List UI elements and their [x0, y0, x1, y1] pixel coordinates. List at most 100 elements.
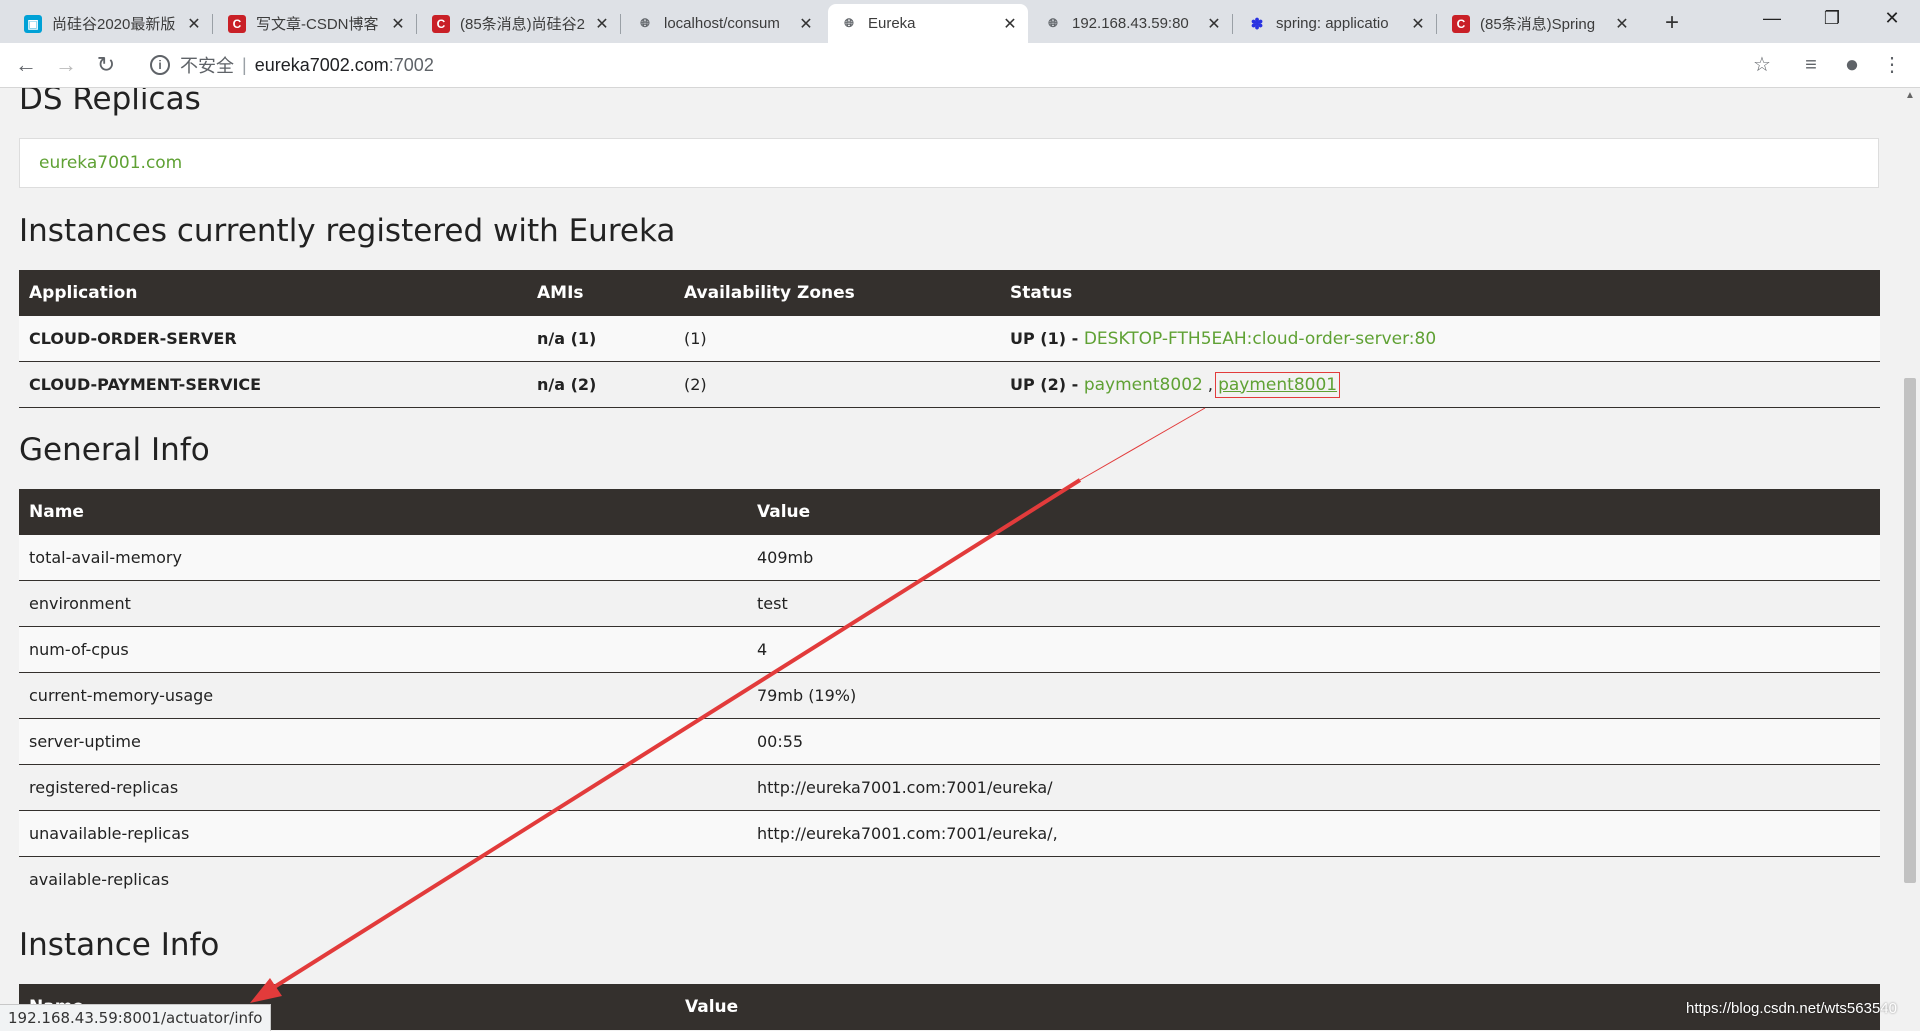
instance-link-payment8002[interactable]: payment8002	[1084, 375, 1203, 395]
column-header: AMIs	[527, 270, 674, 316]
instance-link-payment8001[interactable]: payment8001	[1215, 371, 1341, 398]
minimize-icon[interactable]: —	[1742, 0, 1802, 36]
application-name: CLOUD-ORDER-SERVER	[19, 316, 527, 362]
instances-heading: Instances currently registered with Eure…	[19, 213, 676, 249]
close-icon[interactable]: ✕	[1002, 14, 1018, 34]
page-scrollbar[interactable]: ▲	[1900, 88, 1920, 1030]
tab-strip: ▣ 尚硅谷2020最新版 ✕ C 写文章-CSDN博客 ✕ C (85条消息)尚…	[0, 0, 1920, 43]
tab-2[interactable]: C 写文章-CSDN博客 ✕	[216, 4, 416, 43]
csdn-icon: C	[1452, 14, 1470, 33]
info-value	[747, 856, 1880, 902]
divider: |	[242, 54, 247, 75]
table-header-row: Application AMIs Availability Zones Stat…	[19, 270, 1880, 316]
table-header-row: Name Value	[19, 984, 1880, 1030]
back-arrow-icon[interactable]: ←	[10, 49, 42, 81]
browser-toolbar: ← → ↻ i 不安全 | eureka7002.com:7002 ☆ ≡ ● …	[0, 43, 1920, 88]
column-header: Application	[19, 270, 527, 316]
general-info-heading: General Info	[19, 432, 210, 468]
baidu-paw-icon: ✽	[1250, 15, 1264, 33]
address-bar[interactable]: i 不安全 | eureka7002.com:7002	[138, 48, 1778, 82]
table-row: server-uptime 00:55	[19, 718, 1880, 765]
tab-separator	[1232, 14, 1233, 34]
info-value: http://eureka7001.com:7001/eureka/,	[747, 810, 1880, 857]
new-tab-icon[interactable]: +	[1655, 6, 1689, 40]
csdn-icon: C	[228, 14, 246, 33]
column-header: Status	[1000, 270, 1880, 316]
tab-7[interactable]: ✽ spring: applicatio ✕	[1236, 4, 1436, 43]
tab-title: (85条消息)尚硅谷2	[460, 16, 586, 33]
scroll-up-icon[interactable]: ▲	[1900, 88, 1920, 104]
tab-1[interactable]: ▣ 尚硅谷2020最新版 ✕	[12, 4, 212, 43]
table-row: current-memory-usage 79mb (19%)	[19, 672, 1880, 719]
info-name: current-memory-usage	[19, 672, 747, 719]
info-name: available-replicas	[19, 856, 747, 902]
replica-link[interactable]: eureka7001.com	[39, 153, 182, 173]
close-icon[interactable]: ✕	[1614, 14, 1630, 34]
window-close-icon[interactable]: ✕	[1862, 0, 1920, 36]
ds-replicas-list: eureka7001.com	[19, 138, 1879, 188]
tab-title: localhost/consum	[664, 15, 780, 32]
bilibili-icon: ▣	[24, 14, 42, 33]
globe-icon: 🌐︎	[844, 16, 854, 30]
eureka-page: DS Replicas eureka7001.com Instances cur…	[0, 88, 1900, 1030]
info-icon[interactable]: i	[150, 55, 170, 75]
info-value: 409mb	[747, 535, 1880, 581]
table-row: available-replicas	[19, 856, 1880, 902]
table-row: num-of-cpus 4	[19, 626, 1880, 673]
status-cell: UP (1) - DESKTOP-FTH5EAH:cloud-order-ser…	[1000, 316, 1880, 362]
status-text: UP (2) -	[1010, 374, 1084, 394]
close-icon[interactable]: ✕	[1410, 14, 1426, 34]
column-header: Name	[19, 489, 747, 535]
restore-icon[interactable]: ❐	[1802, 0, 1862, 36]
info-name: num-of-cpus	[19, 626, 747, 673]
close-icon[interactable]: ✕	[594, 14, 610, 34]
table-row: CLOUD-ORDER-SERVER n/a (1) (1) UP (1) - …	[19, 316, 1880, 362]
link-separator: ,	[1202, 374, 1219, 394]
info-value: test	[747, 580, 1880, 627]
tab-title: (85条消息)Spring	[1480, 16, 1596, 33]
close-icon[interactable]: ✕	[390, 14, 406, 34]
tab-3[interactable]: C (85条消息)尚硅谷2 ✕	[420, 4, 620, 43]
bookmark-star-icon[interactable]: ☆	[1746, 49, 1778, 81]
globe-icon: 🌐︎	[1048, 16, 1058, 30]
close-icon[interactable]: ✕	[186, 14, 202, 34]
csdn-icon: C	[432, 14, 450, 33]
zones-cell: (2)	[674, 361, 1000, 408]
instance-link[interactable]: DESKTOP-FTH5EAH:cloud-order-server:80	[1084, 329, 1436, 349]
profile-avatar-icon[interactable]: ●	[1836, 49, 1868, 81]
table-row: unavailable-replicas http://eureka7001.co…	[19, 810, 1880, 857]
tab-4[interactable]: 🌐︎ localhost/consum ✕	[624, 4, 824, 43]
instance-info-heading: Instance Info	[19, 927, 220, 963]
menu-kebab-icon[interactable]: ⋮	[1876, 49, 1908, 81]
ds-replicas-heading: DS Replicas	[19, 88, 201, 117]
tab-title: Eureka	[868, 15, 916, 32]
tab-title: 192.168.43.59:80	[1072, 15, 1189, 32]
instance-info-table: Name Value	[19, 984, 1880, 1030]
tab-6[interactable]: 🌐︎ 192.168.43.59:80 ✕	[1032, 4, 1232, 43]
close-icon[interactable]: ✕	[798, 14, 814, 34]
tab-8[interactable]: C (85条消息)Spring ✕	[1440, 4, 1640, 43]
tab-separator	[212, 14, 213, 34]
column-header: Value	[747, 489, 1880, 535]
zones-cell: (1)	[674, 316, 1000, 362]
info-value: 4	[747, 626, 1880, 673]
reload-icon[interactable]: ↻	[90, 49, 122, 81]
media-queue-icon[interactable]: ≡	[1795, 49, 1827, 81]
tab-title: 写文章-CSDN博客	[256, 16, 379, 33]
status-text: UP (1) -	[1010, 328, 1084, 348]
amis-cell: n/a (1)	[527, 316, 674, 362]
info-value: http://eureka7001.com:7001/eureka/	[747, 764, 1880, 811]
tab-separator	[620, 14, 621, 34]
watermark-text: https://blog.csdn.net/wts563540	[1686, 1000, 1897, 1017]
close-icon[interactable]: ✕	[1206, 14, 1222, 34]
scrollbar-thumb[interactable]	[1904, 378, 1916, 883]
globe-icon: 🌐︎	[640, 16, 650, 30]
security-label: 不安全	[180, 56, 234, 76]
tab-title: spring: applicatio	[1276, 15, 1389, 32]
info-name: total-avail-memory	[19, 535, 747, 581]
column-header: Availability Zones	[674, 270, 1000, 316]
forward-arrow-icon[interactable]: →	[50, 49, 82, 81]
info-name: environment	[19, 580, 747, 627]
tab-5-active[interactable]: 🌐︎ Eureka ✕	[828, 4, 1028, 43]
url-port: :7002	[388, 54, 434, 75]
